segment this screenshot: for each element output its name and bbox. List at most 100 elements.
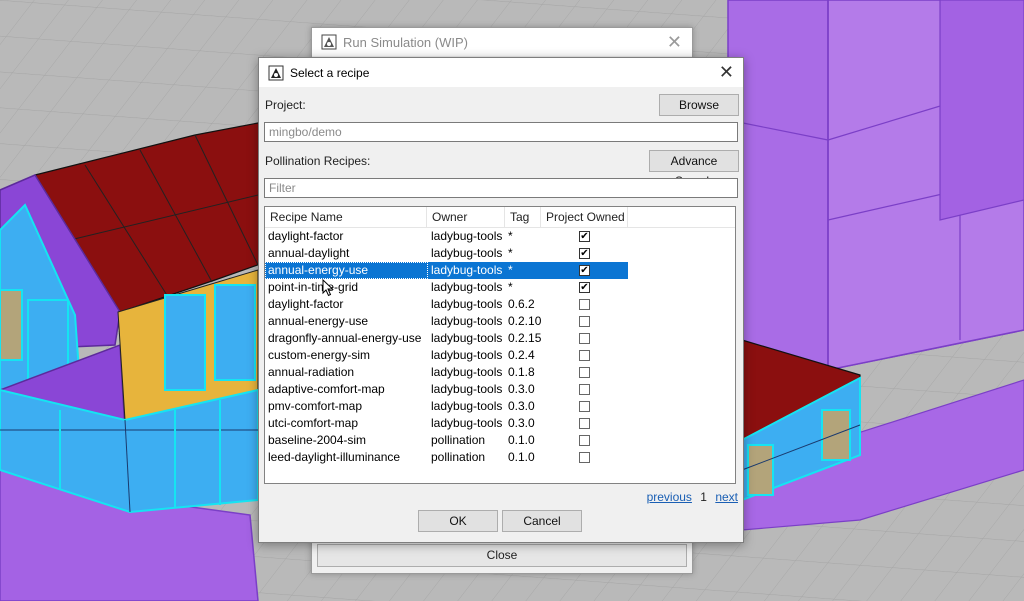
owner-cell: ladybug-tools [431, 416, 503, 430]
close-icon[interactable]: ✕ [719, 62, 734, 83]
owner-cell: ladybug-tools [431, 280, 503, 294]
run-simulation-titlebar[interactable]: Run Simulation (WIP) ✕ [312, 28, 692, 56]
next-page-link[interactable]: next [715, 490, 738, 504]
table-row[interactable]: utci-comfort-map ladybug-tools 0.3.0 [265, 415, 628, 432]
project-owned-cell: ✔ [542, 245, 628, 262]
owner-cell: ladybug-tools [431, 331, 503, 345]
column-owner[interactable]: Owner [427, 207, 505, 227]
table-row[interactable]: annual-energy-use ladybug-tools 0.2.10 [265, 313, 628, 330]
recipe-rows: daylight-factor ladybug-tools * ✔ annual-day… [265, 228, 735, 466]
checked-checkbox-icon[interactable]: ✔ [579, 248, 590, 259]
project-owned-cell [542, 364, 628, 381]
owner-cell: pollination [431, 433, 486, 447]
recipe-list[interactable]: Recipe Name Owner Tag Project Owned dayl… [264, 206, 736, 484]
checked-checkbox-icon[interactable]: ✔ [579, 265, 590, 276]
table-row[interactable]: point-in-time-grid ladybug-tools * ✔ [265, 279, 628, 296]
unchecked-checkbox-icon[interactable] [579, 316, 590, 327]
cancel-button[interactable]: Cancel [502, 510, 582, 532]
pager: previous 1 next [647, 490, 738, 504]
dialog-title: Select a recipe [290, 65, 370, 80]
recipe-name-cell: annual-radiation [268, 365, 355, 379]
tag-cell: 0.1.8 [508, 365, 535, 379]
owner-cell: ladybug-tools [431, 399, 503, 413]
recipe-name-cell: pmv-comfort-map [268, 399, 363, 413]
ladybug-app-icon [268, 65, 284, 80]
recipe-name-cell: leed-daylight-illuminance [268, 450, 401, 464]
project-owned-cell: ✔ [542, 228, 628, 245]
tag-cell: * [508, 263, 513, 277]
unchecked-checkbox-icon[interactable] [579, 401, 590, 412]
column-project-owned[interactable]: Project Owned [541, 207, 628, 227]
tag-cell: 0.2.15 [508, 331, 542, 345]
table-row[interactable]: daylight-factor ladybug-tools 0.6.2 [265, 296, 628, 313]
project-owned-cell: ✔ [542, 262, 628, 279]
table-row[interactable]: annual-radiation ladybug-tools 0.1.8 [265, 364, 628, 381]
close-icon[interactable]: ✕ [667, 32, 682, 53]
project-owned-cell [542, 449, 628, 466]
ok-button[interactable]: OK [418, 510, 498, 532]
tag-cell: 0.2.10 [508, 314, 542, 328]
select-recipe-titlebar[interactable]: Select a recipe ✕ [259, 58, 743, 87]
tag-cell: 0.1.0 [508, 433, 535, 447]
unchecked-checkbox-icon[interactable] [579, 452, 590, 463]
checked-checkbox-icon[interactable]: ✔ [579, 282, 590, 293]
table-row[interactable]: baseline-2004-sim pollination 0.1.0 [265, 432, 628, 449]
unchecked-checkbox-icon[interactable] [579, 299, 590, 310]
unchecked-checkbox-icon[interactable] [579, 384, 590, 395]
project-label: Project: [265, 98, 306, 112]
select-recipe-dialog: Select a recipe ✕ Project: Browse Pollin… [258, 57, 744, 543]
previous-page-link[interactable]: previous [647, 490, 692, 504]
recipe-list-header: Recipe Name Owner Tag Project Owned [265, 207, 735, 228]
owner-cell: ladybug-tools [431, 365, 503, 379]
ladybug-app-icon [321, 34, 337, 50]
table-row[interactable]: adaptive-comfort-map ladybug-tools 0.3.0 [265, 381, 628, 398]
tag-cell: 0.1.0 [508, 450, 535, 464]
owner-cell: ladybug-tools [431, 297, 503, 311]
mouse-cursor-icon [322, 279, 334, 297]
owner-cell: ladybug-tools [431, 263, 503, 277]
unchecked-checkbox-icon[interactable] [579, 418, 590, 429]
table-row[interactable]: daylight-factor ladybug-tools * ✔ [265, 228, 628, 245]
close-button[interactable]: Close [317, 544, 687, 567]
recipe-name-cell: baseline-2004-sim [268, 433, 367, 447]
unchecked-checkbox-icon[interactable] [579, 350, 590, 361]
tag-cell: 0.3.0 [508, 382, 535, 396]
project-owned-cell [542, 398, 628, 415]
context-building-right [727, 0, 1024, 371]
advance-search-button[interactable]: Advance Search [649, 150, 739, 188]
unchecked-checkbox-icon[interactable] [579, 367, 590, 378]
recipe-name-cell: point-in-time-grid [268, 280, 359, 294]
tag-cell: 0.2.4 [508, 348, 535, 362]
table-row[interactable]: custom-energy-sim ladybug-tools 0.2.4 [265, 347, 628, 364]
table-row[interactable]: annual-daylight ladybug-tools * ✔ [265, 245, 628, 262]
run-simulation-title: Run Simulation (WIP) [343, 34, 468, 50]
owner-cell: ladybug-tools [431, 246, 503, 260]
recipe-name-cell: utci-comfort-map [268, 416, 359, 430]
table-row[interactable]: annual-energy-use ladybug-tools * ✔ [265, 262, 628, 279]
project-owned-cell [542, 347, 628, 364]
tag-cell: 0.3.0 [508, 399, 535, 413]
filter-input[interactable] [264, 178, 738, 198]
recipe-name-cell: dragonfly-annual-energy-use [268, 331, 422, 345]
table-row[interactable]: dragonfly-annual-energy-use ladybug-tools… [265, 330, 628, 347]
browse-button[interactable]: Browse [659, 94, 739, 116]
recipe-name-cell: adaptive-comfort-map [268, 382, 385, 396]
tag-cell: * [508, 246, 513, 260]
recipe-name-cell: annual-energy-use [268, 314, 369, 328]
column-tag[interactable]: Tag [505, 207, 541, 227]
owner-cell: pollination [431, 450, 486, 464]
unchecked-checkbox-icon[interactable] [579, 435, 590, 446]
recipe-name-cell: annual-energy-use [265, 262, 428, 279]
owner-cell: ladybug-tools [431, 314, 503, 328]
column-recipe-name[interactable]: Recipe Name [265, 207, 427, 227]
checked-checkbox-icon[interactable]: ✔ [579, 231, 590, 242]
owner-cell: ladybug-tools [431, 382, 503, 396]
project-owned-cell [542, 313, 628, 330]
recipe-name-cell: custom-energy-sim [268, 348, 371, 362]
table-row[interactable]: leed-daylight-illuminance pollination 0.1.… [265, 449, 628, 466]
unchecked-checkbox-icon[interactable] [579, 333, 590, 344]
table-row[interactable]: pmv-comfort-map ladybug-tools 0.3.0 [265, 398, 628, 415]
project-input[interactable] [264, 122, 738, 142]
owner-cell: ladybug-tools [431, 348, 503, 362]
project-owned-cell [542, 296, 628, 313]
